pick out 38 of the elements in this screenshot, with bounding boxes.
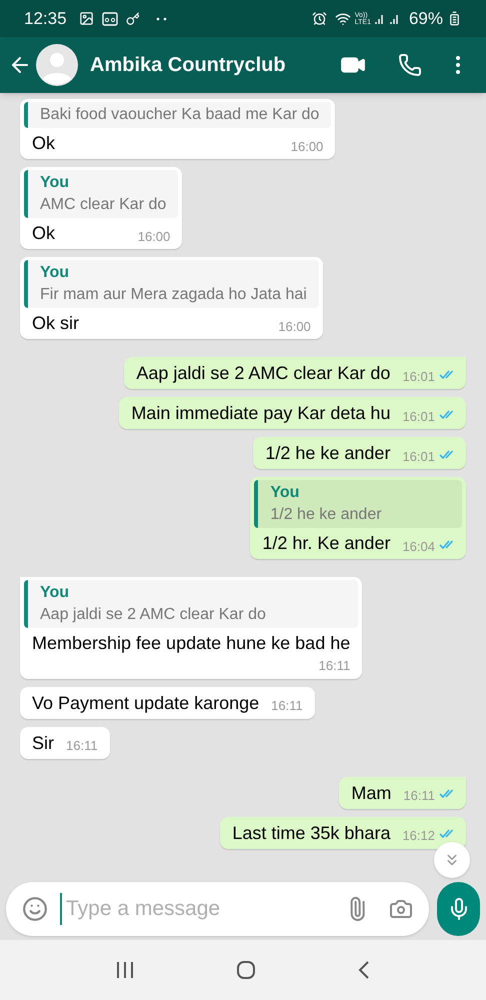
message-time: 16:11 xyxy=(318,657,350,675)
message-time: 16:04 xyxy=(402,538,435,556)
quote-author: You xyxy=(270,483,300,503)
message-text: Ok xyxy=(32,222,56,245)
message-time: 16:01 xyxy=(402,368,435,386)
message-time: 16:01 xyxy=(402,448,435,466)
message-time: 16:01 xyxy=(402,408,435,426)
message-time: 16:12 xyxy=(402,827,435,845)
message-text: Main immediate pay Kar deta hu xyxy=(131,402,390,425)
battery-percent: 69% xyxy=(408,8,443,30)
message-text: Mam xyxy=(351,782,392,804)
message-time: 16:11 xyxy=(271,697,303,715)
message-text: 1/2 hr. Ke ander xyxy=(262,532,390,555)
status-time: 12:35 xyxy=(24,8,67,30)
message-input[interactable]: Type a message xyxy=(60,893,337,925)
quote-text: Aap jaldi se 2 AMC clear Kar do xyxy=(40,605,267,625)
message-text: Ok xyxy=(32,132,56,155)
message-text: Vo Payment update karonge xyxy=(32,692,260,715)
message-time: 16:11 xyxy=(66,737,98,755)
message-time: 16:00 xyxy=(290,138,324,156)
contact-name[interactable]: Ambika Countryclub xyxy=(90,50,286,80)
message-text: Ok sir xyxy=(32,312,79,335)
message-text: 1/2 he ke ander xyxy=(265,442,390,465)
message-time: 16:00 xyxy=(138,228,170,246)
message-time: 16:11 xyxy=(403,787,435,805)
message-text: Sir xyxy=(32,732,54,754)
quote-text: AMC clear Kar do xyxy=(40,195,166,215)
quote-author: You xyxy=(40,173,70,193)
quote-author: You xyxy=(40,583,70,603)
quote-text: 1/2 he ke ander xyxy=(270,505,383,525)
message-text: Aap jaldi se 2 AMC clear Kar do xyxy=(136,362,390,385)
quote-text: Fir mam aur Mera zagada ho Jata hai xyxy=(40,285,307,305)
message-text: Last time 35k bhara xyxy=(232,822,390,844)
message-text: Membership fee update hune ke bad he xyxy=(32,632,350,655)
message-input-field[interactable]: Type a message xyxy=(6,882,429,936)
quote-text: Baki food vaoucher Ka baad me Kar do xyxy=(40,105,320,125)
quote-author: You xyxy=(40,263,70,283)
message-time: 16:00 xyxy=(278,318,311,336)
